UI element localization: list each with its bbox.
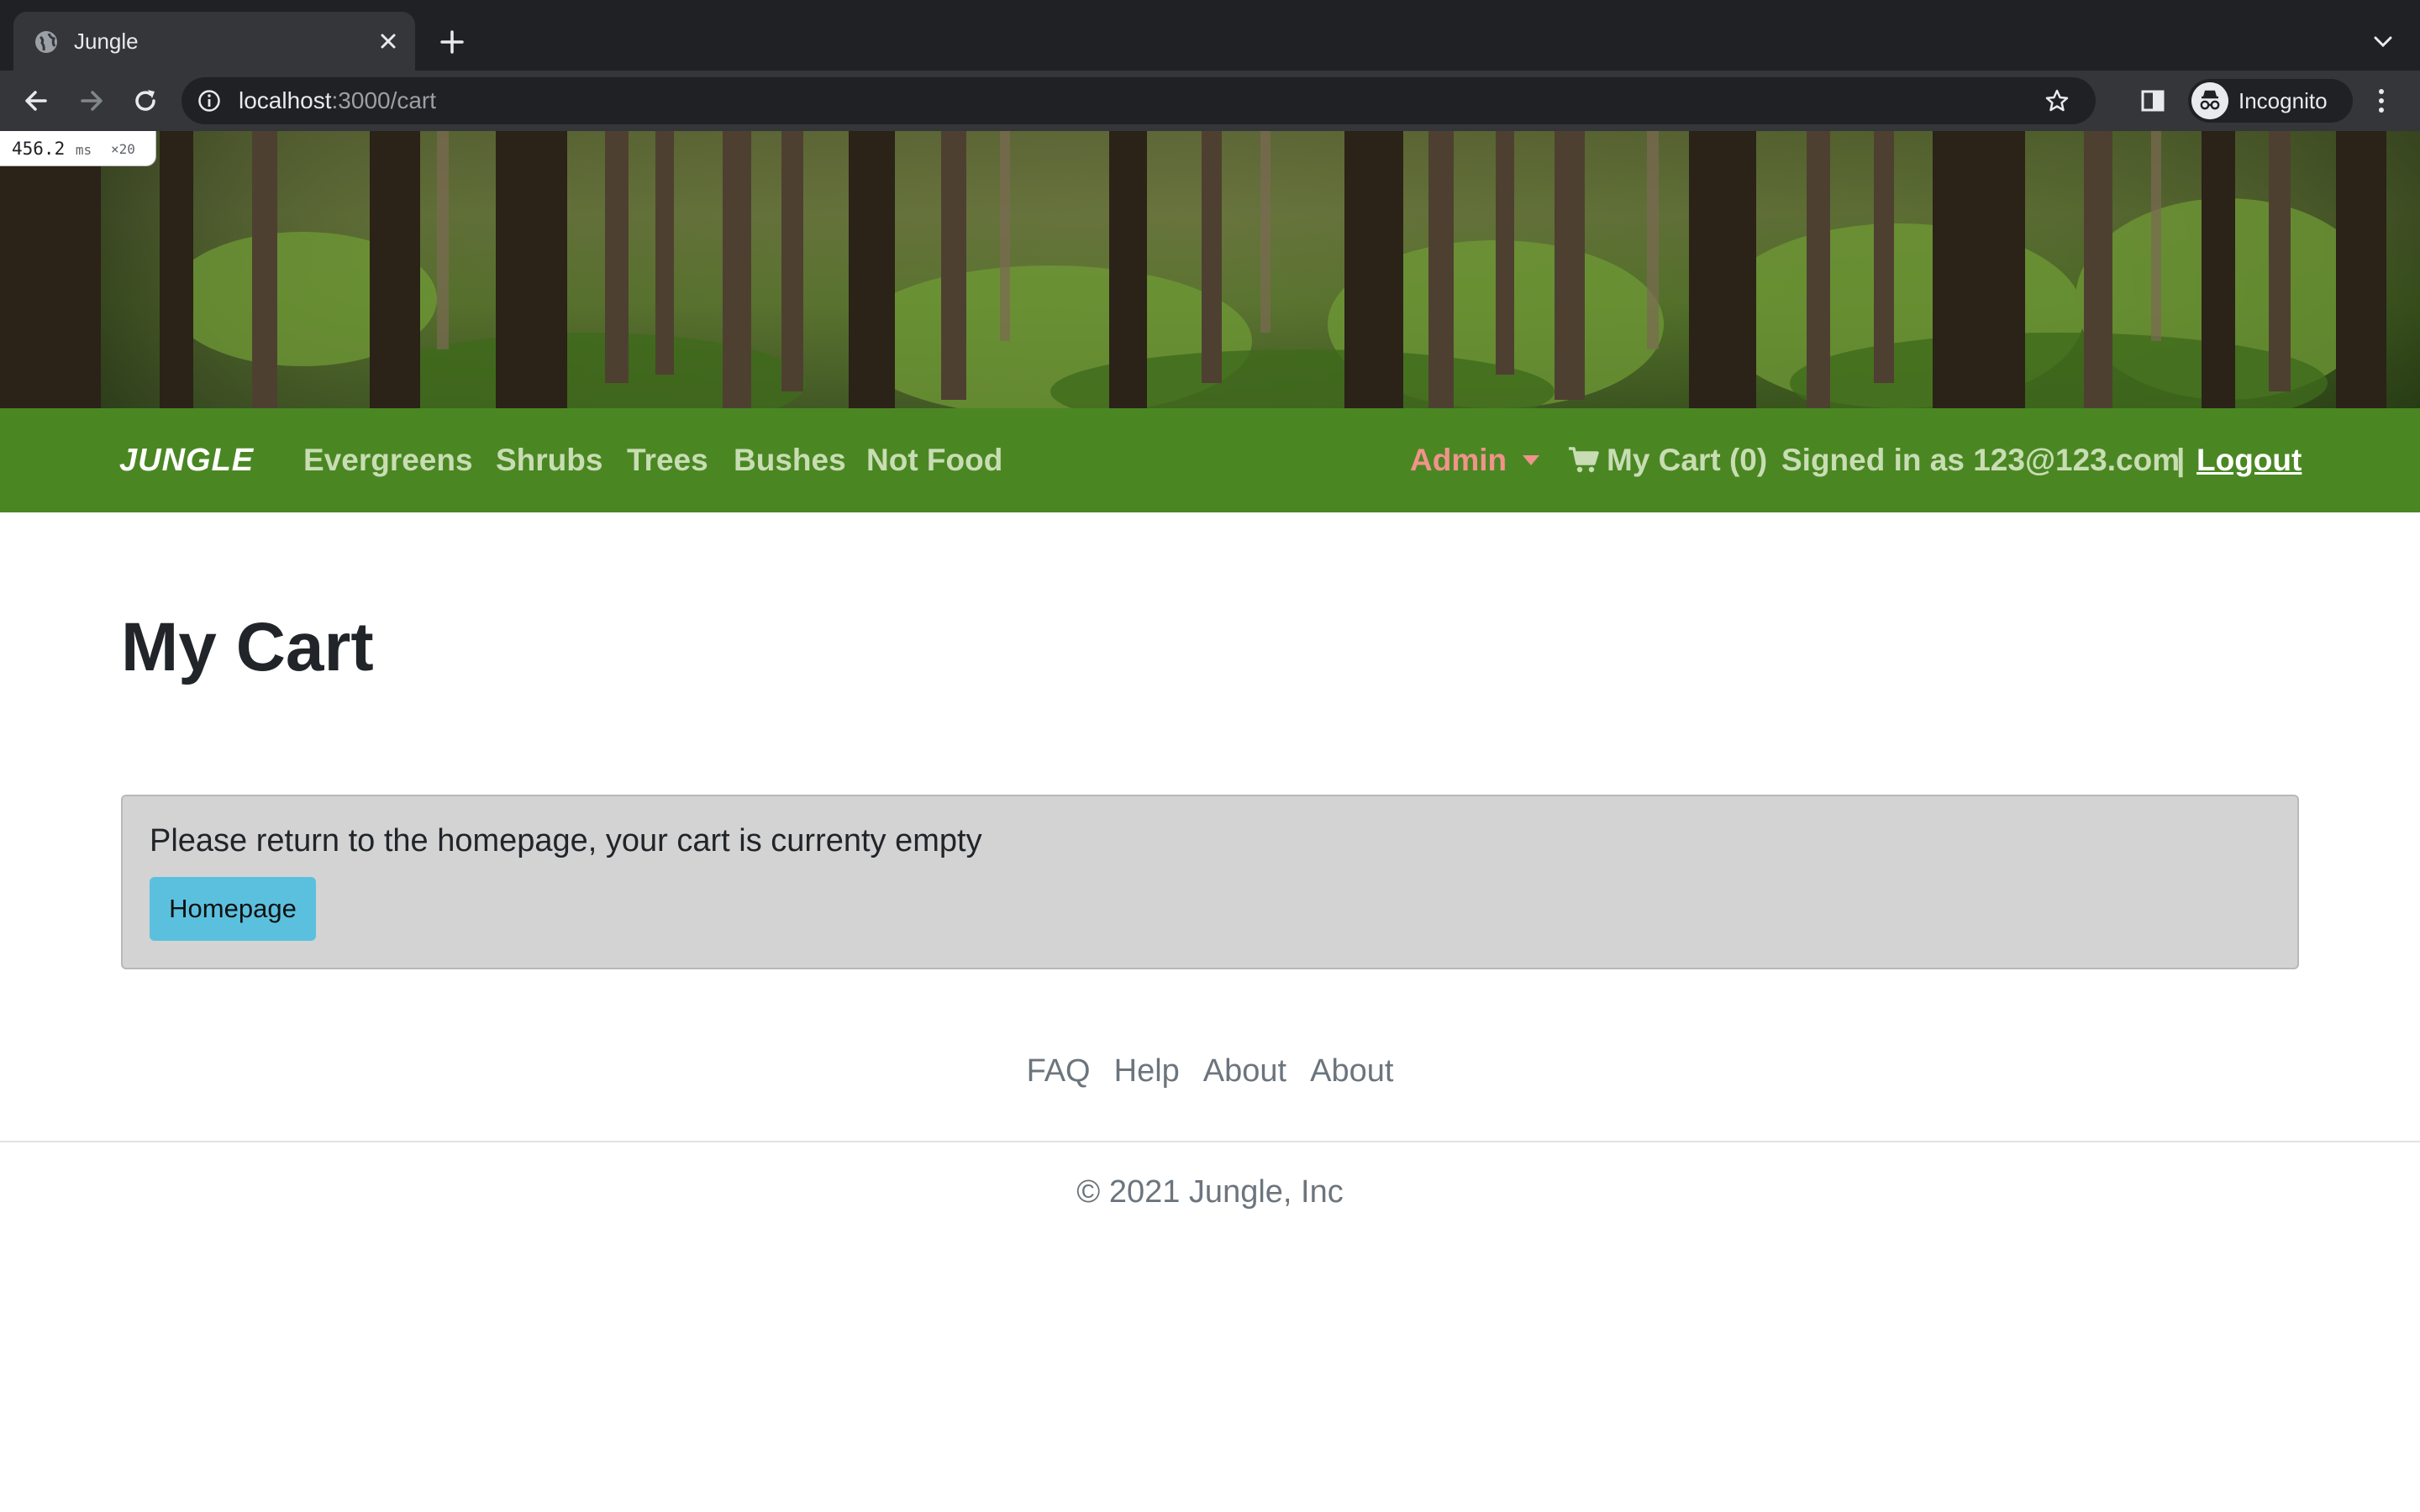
admin-dropdown[interactable]: Admin — [1410, 408, 1507, 512]
url-host: localhost — [239, 87, 332, 113]
perf-value: 456.2 ms — [12, 131, 92, 168]
footer-link-faq[interactable]: FAQ — [1027, 1053, 1091, 1089]
signed-in-text: Signed in as 123@123.com — [1781, 443, 2181, 477]
page-title: My Cart — [121, 609, 374, 685]
footer-divider — [0, 1141, 2420, 1142]
url-text[interactable]: localhost:3000/cart — [239, 77, 436, 124]
forest-banner-image — [0, 131, 2420, 408]
incognito-icon — [2191, 82, 2228, 119]
logout-link[interactable]: Logout — [2196, 408, 2302, 512]
chevron-down-icon[interactable] — [2370, 30, 2396, 54]
address-bar[interactable]: localhost:3000/cart — [182, 77, 2096, 124]
footer-links: FAQ Help About About — [0, 1053, 2420, 1089]
nav-link-not-food[interactable]: Not Food — [866, 408, 1002, 512]
footer-link-about[interactable]: About — [1203, 1053, 1286, 1089]
kebab-menu-icon[interactable] — [2371, 86, 2391, 116]
forest-illustration — [0, 131, 2420, 408]
browser-tab[interactable]: Jungle — [13, 12, 415, 71]
site-navbar: JUNGLE Evergreens Shrubs Trees Bushes No… — [0, 408, 2420, 512]
reload-icon[interactable] — [129, 85, 161, 117]
nav-link-trees[interactable]: Trees — [627, 408, 708, 512]
close-icon[interactable] — [375, 28, 402, 55]
footer-link-help[interactable]: Help — [1114, 1053, 1180, 1089]
star-icon[interactable] — [2044, 87, 2070, 114]
browser-toolbar: localhost:3000/cart Incognito — [0, 71, 2420, 131]
profile-label: Incognito — [2238, 88, 2328, 113]
performance-overlay: 456.2 ms ×20 — [0, 131, 156, 166]
back-arrow-icon[interactable] — [20, 85, 52, 117]
forward-arrow-icon[interactable] — [76, 85, 108, 117]
my-cart-link[interactable]: My Cart (0) — [1607, 408, 1767, 512]
tab-title: Jungle — [74, 29, 139, 54]
perf-ms-value: 456.2 — [12, 139, 66, 159]
empty-cart-panel: Please return to the homepage, your cart… — [121, 795, 2299, 969]
brand-logo[interactable]: JUNGLE — [119, 408, 254, 512]
nav-separator: | — [2176, 443, 2186, 477]
nav-link-shrubs[interactable]: Shrubs — [496, 408, 602, 512]
nav-link-bushes[interactable]: Bushes — [734, 408, 846, 512]
plus-icon[interactable] — [437, 27, 467, 57]
copyright-text: © 2021 Jungle, Inc — [1076, 1174, 1344, 1210]
nav-link-evergreens[interactable]: Evergreens — [303, 408, 473, 512]
side-panel-icon[interactable] — [2139, 87, 2167, 115]
caret-down-icon[interactable] — [1521, 454, 1541, 467]
shopping-cart-icon[interactable] — [1568, 445, 1600, 474]
globe-icon — [35, 31, 57, 53]
browser-tab-strip: Jungle — [0, 0, 2420, 71]
url-path: :3000/cart — [331, 87, 437, 113]
homepage-button[interactable]: Homepage — [150, 877, 316, 941]
info-icon[interactable] — [197, 88, 222, 113]
empty-cart-message: Please return to the homepage, your cart… — [150, 823, 982, 858]
perf-multiplier: ×20 — [111, 141, 135, 157]
perf-unit: ms — [75, 142, 92, 158]
footer-link-about-2[interactable]: About — [1310, 1053, 1393, 1089]
incognito-profile-chip[interactable]: Incognito — [2188, 79, 2353, 123]
